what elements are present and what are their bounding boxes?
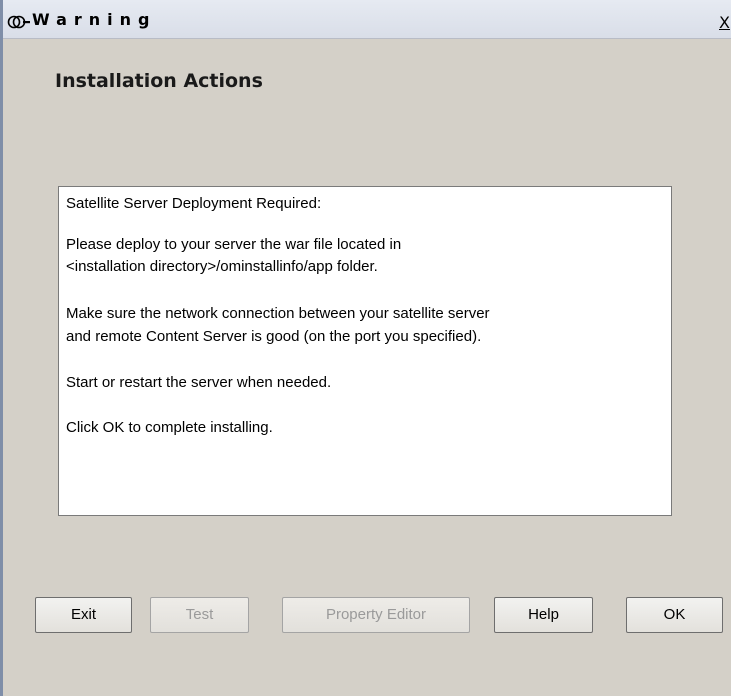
message-line: Please deploy to your server the war fil… xyxy=(66,236,402,253)
help-button[interactable]: Help xyxy=(494,597,593,633)
message-line: Click OK to complete installing. xyxy=(66,419,273,436)
test-button[interactable]: Test xyxy=(150,597,249,633)
message-line: Make sure the network connection between… xyxy=(66,305,490,322)
ok-button[interactable]: OK xyxy=(626,597,723,633)
message-line: Start or restart the server when needed. xyxy=(66,374,332,391)
title-bar[interactable]: Warning X xyxy=(3,0,731,39)
message-line: and remote Content Server is good (on th… xyxy=(66,328,482,345)
app-logo-icon xyxy=(7,15,30,29)
window-title: Warning xyxy=(32,10,157,29)
property-editor-button[interactable]: Property Editor xyxy=(282,597,470,633)
message-line: Satellite Server Deployment Required: xyxy=(66,195,322,212)
page-title: Installation Actions xyxy=(55,70,263,92)
message-box: Satellite Server Deployment Required: Pl… xyxy=(58,186,672,516)
close-button[interactable]: X xyxy=(719,14,731,32)
message-line: <installation directory>/ominstallinfo/a… xyxy=(66,258,378,275)
warning-dialog: Warning X Installation Actions Satellite… xyxy=(0,0,731,696)
exit-button[interactable]: Exit xyxy=(35,597,132,633)
